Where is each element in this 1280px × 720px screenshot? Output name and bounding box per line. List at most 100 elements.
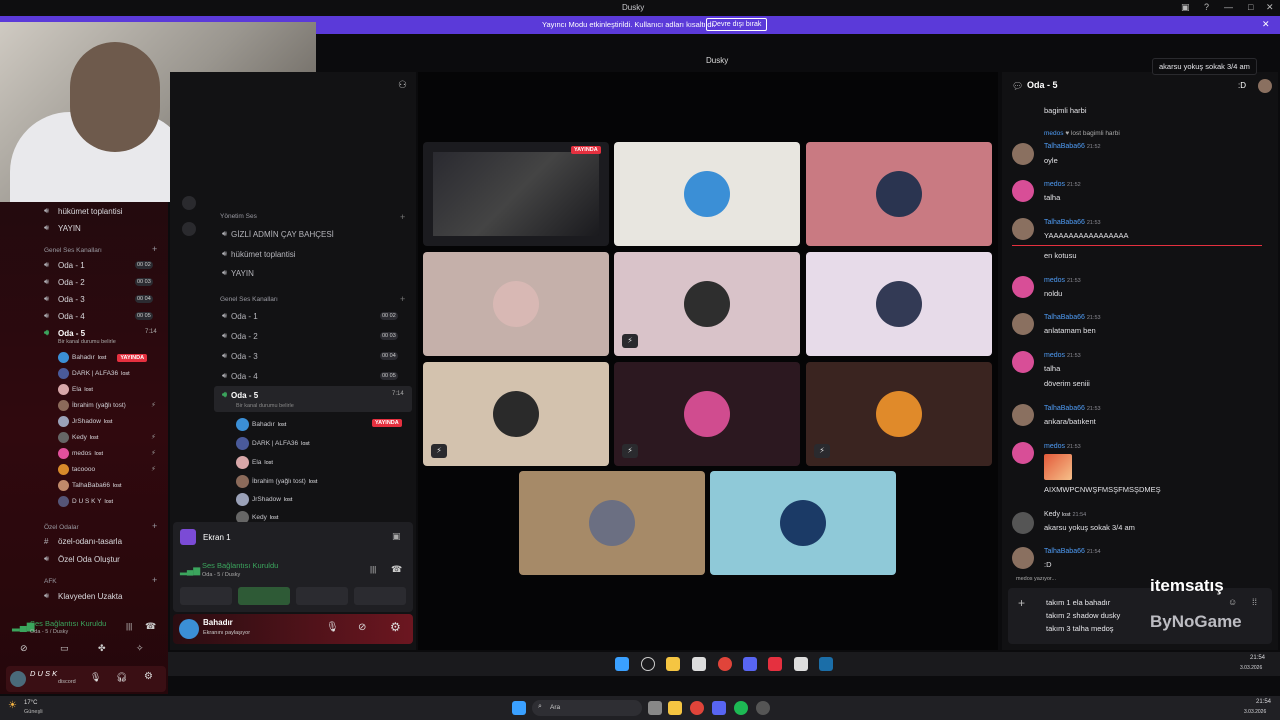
channel-status[interactable]: Bir kanal durumu belirle xyxy=(236,403,294,409)
tray-date[interactable]: 3.03.2026 xyxy=(1240,665,1262,671)
file-explorer-icon[interactable] xyxy=(666,657,680,671)
channel-ozel-oda-olustur[interactable]: 🔊︎ Özel Oda Oluştur xyxy=(44,554,120,564)
avatar[interactable] xyxy=(1012,218,1034,240)
video-tile[interactable]: ⚡ xyxy=(806,362,992,466)
noise-suppression-icon[interactable]: ||| xyxy=(126,622,132,631)
voice-member[interactable]: medos lost xyxy=(58,448,103,459)
add-channel-icon[interactable]: + xyxy=(152,244,157,254)
voice-member[interactable]: Ela lost xyxy=(58,384,93,395)
video-tile[interactable] xyxy=(806,142,992,246)
voice-member[interactable]: Bahadır lost xyxy=(236,418,286,431)
channel-oda-1[interactable]: 🔊︎ Oda - 1 xyxy=(222,311,258,321)
emoji-icon[interactable]: ☺ xyxy=(1228,597,1237,607)
store-icon[interactable] xyxy=(692,657,706,671)
voice-member[interactable]: JrShadow lost xyxy=(236,493,292,506)
channel-oda-4[interactable]: 🔊︎ Oda - 4 xyxy=(44,311,85,321)
chrome-icon[interactable] xyxy=(690,701,704,715)
avatar[interactable] xyxy=(1012,276,1034,298)
channel-oda-2[interactable]: 🔊︎ Oda - 2 xyxy=(44,277,85,287)
discover-icon[interactable] xyxy=(182,222,196,236)
attach-plus-icon[interactable]: + xyxy=(1018,596,1025,610)
add-channel-icon[interactable]: + xyxy=(400,294,405,304)
voice-member[interactable]: Kedy lost xyxy=(58,432,98,443)
voice-status[interactable]: Ses Bağlantısı Kuruldu xyxy=(30,619,106,628)
disconnect-icon[interactable]: ☎ xyxy=(391,564,402,575)
voice-member[interactable]: tacoooo xyxy=(58,464,95,475)
camera-off-icon[interactable]: ⊘ xyxy=(20,643,28,654)
channel-oda-1[interactable]: 🔊︎ Oda - 1 xyxy=(44,260,85,270)
file-explorer-icon[interactable] xyxy=(668,701,682,715)
maximize-button[interactable]: □ xyxy=(1248,2,1253,12)
settings-gear-icon[interactable]: ⚙ xyxy=(144,671,153,682)
voice-member[interactable]: DARK | ALFA36 lost xyxy=(58,368,130,379)
disable-streamer-mode-button[interactable]: Devre dışı bırak xyxy=(706,18,768,31)
voice-member[interactable]: DARK | ALFA36 lost xyxy=(236,437,310,450)
channel-oda-2[interactable]: 🔊︎ Oda - 2 xyxy=(222,331,258,341)
noise-suppression-icon[interactable]: ||| xyxy=(370,565,376,574)
voice-member[interactable]: TalhaBaba66 lost xyxy=(58,480,122,491)
steam-icon[interactable] xyxy=(819,657,833,671)
video-tile[interactable]: ⚡ xyxy=(614,252,800,356)
app-icon[interactable] xyxy=(794,657,808,671)
video-tile[interactable] xyxy=(710,471,896,575)
soundboard-button[interactable] xyxy=(354,587,406,605)
deafen-icon[interactable]: ⊘ xyxy=(358,622,366,633)
voice-status[interactable]: Ses Bağlantısı Kuruldu xyxy=(202,561,278,570)
avatar[interactable] xyxy=(1258,79,1272,93)
voice-member[interactable]: Ela lost xyxy=(236,456,273,469)
video-tile[interactable] xyxy=(614,142,800,246)
taskbar-search-input[interactable] xyxy=(532,700,642,716)
headphones-icon[interactable]: 🎧︎ xyxy=(116,672,127,683)
voice-section-header[interactable]: Genel Ses Kanalları xyxy=(44,247,102,254)
disconnect-icon[interactable]: ☎ xyxy=(145,621,156,632)
video-tile[interactable]: ⚡ xyxy=(423,362,609,466)
inbox-icon[interactable]: ▣ xyxy=(1181,2,1190,13)
discord-icon[interactable] xyxy=(743,657,757,671)
channel-oda-4[interactable]: 🔊︎ Oda - 4 xyxy=(222,371,258,381)
avatar[interactable] xyxy=(1012,404,1034,426)
avatar[interactable] xyxy=(1012,351,1034,373)
stage-section-header[interactable]: Yönetim Ses xyxy=(220,213,257,220)
channel-oda-5[interactable]: 🔊︎ Oda - 5 xyxy=(222,390,258,400)
tray-time[interactable]: 21:54 xyxy=(1250,655,1265,661)
channel-yayin[interactable]: 🔊︎ YAYIN xyxy=(44,223,81,233)
chrome-icon[interactable] xyxy=(718,657,732,671)
video-tile[interactable] xyxy=(519,471,705,575)
channel-hukumet[interactable]: 🔊︎ hükümet toplantisi xyxy=(44,206,122,216)
channel-gizli-admin[interactable]: 🔊︎ GİZLİ ADMİN ÇAY BAHÇESİ xyxy=(222,229,334,239)
avatar[interactable] xyxy=(1012,512,1034,534)
video-tile[interactable] xyxy=(806,252,992,356)
weather-icon[interactable]: ☀ xyxy=(8,700,17,711)
help-icon[interactable]: ? xyxy=(1204,2,1209,12)
voice-member[interactable]: İbrahim (yağlı tost) xyxy=(58,400,126,411)
apps-icon[interactable]: ⁞⁞ xyxy=(1252,597,1257,607)
search-icon[interactable] xyxy=(641,657,655,671)
channel-oda-3[interactable]: 🔊︎ Oda - 3 xyxy=(222,351,258,361)
activities-button[interactable] xyxy=(296,587,348,605)
voice-member[interactable]: Bahadır lost YAYINDA xyxy=(58,352,148,363)
avatar[interactable] xyxy=(1012,547,1034,569)
voice-member[interactable]: JrShadow lost xyxy=(58,416,112,427)
mic-icon[interactable]: 🎙︎ xyxy=(326,622,339,633)
tray-date[interactable]: 3.03.2026 xyxy=(1244,709,1266,715)
add-channel-icon[interactable]: + xyxy=(152,575,157,585)
video-tile[interactable]: ⚡ xyxy=(614,362,800,466)
avatar[interactable] xyxy=(179,619,199,639)
minimize-button[interactable]: — xyxy=(1224,2,1233,12)
soundboard-icon[interactable]: ✧ xyxy=(136,643,144,654)
camera-toggle-button[interactable] xyxy=(180,587,232,605)
screen-share-icon[interactable]: ▭ xyxy=(60,643,69,654)
activities-icon[interactable]: ✤ xyxy=(98,643,106,654)
channel-hukumet[interactable]: 🔊︎ hükümet toplantisi xyxy=(222,249,296,259)
screen-share-button[interactable] xyxy=(238,587,290,605)
server-icon[interactable] xyxy=(182,196,196,210)
channel-oda-3[interactable]: 🔊︎ Oda - 3 xyxy=(44,294,85,304)
add-friend-icon[interactable]: ⚇ xyxy=(398,80,407,91)
afk-section-header[interactable]: AFK xyxy=(44,578,57,585)
reply-preview[interactable]: medos ♥ lost bagimli harbi xyxy=(1044,130,1120,137)
video-tile-bahadir[interactable]: YAYINDA xyxy=(423,142,609,246)
app-icon[interactable] xyxy=(756,701,770,715)
channel-afk[interactable]: 🔊︎ Klavyeden Uzakta xyxy=(44,591,122,601)
mic-icon[interactable]: 🎙︎ xyxy=(90,672,101,683)
settings-gear-icon[interactable]: ⚙ xyxy=(390,620,401,634)
